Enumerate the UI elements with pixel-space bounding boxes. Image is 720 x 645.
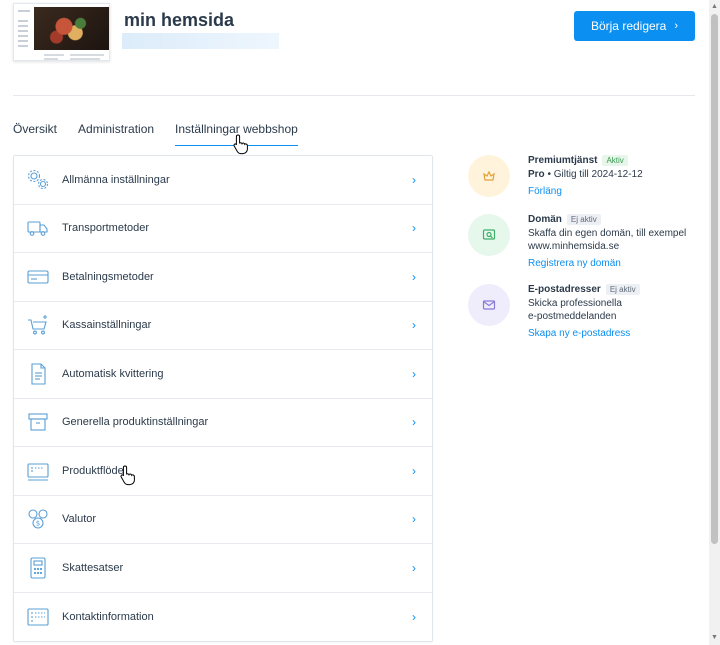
settings-row-label: Allmänna inställningar <box>62 173 170 186</box>
register-domain-link[interactable]: Registrera ny domän <box>528 258 621 269</box>
chevron-right-icon: › <box>412 366 416 381</box>
settings-row-label: Automatisk kvittering <box>62 367 164 380</box>
status-badge: Aktiv <box>602 155 628 166</box>
settings-row-product[interactable]: Generella produktinställningar › <box>14 399 432 447</box>
domain-search-icon <box>482 229 496 240</box>
coins-icon: $ <box>26 507 50 531</box>
crown-icon <box>483 170 495 181</box>
settings-row-label: Valutor <box>62 513 97 526</box>
domain-description: Skaffa din egen domän, till exempel <box>528 228 687 239</box>
envelope-icon <box>482 300 496 310</box>
credit-card-icon <box>26 265 50 289</box>
domain-icon-circle <box>468 214 510 256</box>
header-divider <box>13 95 695 96</box>
premium-icon-circle <box>468 155 510 197</box>
premium-plan: Pro <box>528 169 545 180</box>
site-url-placeholder <box>122 33 279 49</box>
domain-title: Domän <box>528 214 562 225</box>
site-thumbnail[interactable] <box>13 3 110 61</box>
chevron-right-icon: › <box>412 463 416 478</box>
settings-row-label: Betalningsmetoder <box>62 270 154 283</box>
settings-row-label: Kontaktinformation <box>62 610 154 623</box>
settings-row-shipping[interactable]: Transportmetoder › <box>14 205 432 253</box>
settings-row-tax-rates[interactable]: Skattesatser › <box>14 544 432 593</box>
settings-row-label: Skattesatser <box>62 561 124 574</box>
start-editing-button[interactable]: Börja redigera › <box>574 11 695 41</box>
email-description-2: e-postmeddelanden <box>528 311 617 322</box>
chevron-right-icon: › <box>412 221 416 236</box>
settings-row-label: Produktflöde <box>62 464 124 477</box>
premium-validity: • Giltig till 2024-12-12 <box>544 169 643 180</box>
domain-example: www.minhemsida.se <box>528 241 620 252</box>
cart-icon <box>26 313 50 337</box>
chevron-right-icon: › <box>412 172 416 187</box>
scrollbar-thumb[interactable] <box>711 14 718 544</box>
site-thumbnail-image <box>34 7 109 50</box>
site-title: min hemsida <box>124 10 235 30</box>
tab-oversikt[interactable]: Översikt <box>13 122 57 146</box>
chevron-right-icon: › <box>412 512 416 527</box>
settings-row-currencies[interactable]: $ Valutor › <box>14 496 432 544</box>
settings-row-receipt[interactable]: Automatisk kvittering › <box>14 350 432 399</box>
webshop-settings-list: Allmänna inställningar › Transportmetode… <box>13 155 433 642</box>
settings-row-contact[interactable]: Kontaktinformation › <box>14 593 432 642</box>
settings-row-label: Generella produktinställningar <box>62 416 209 429</box>
renew-link[interactable]: Förläng <box>528 186 562 197</box>
truck-icon <box>26 216 50 240</box>
tab-administration[interactable]: Administration <box>78 122 154 146</box>
settings-row-checkout[interactable]: Kassainställningar › <box>14 302 432 350</box>
document-icon <box>26 362 50 386</box>
gears-icon <box>26 168 50 192</box>
tab-bar: Översikt Administration Inställningar we… <box>13 122 319 146</box>
create-email-link[interactable]: Skapa ny e-postadress <box>528 328 630 339</box>
settings-row-label: Kassainställningar <box>62 319 152 332</box>
chevron-right-icon: › <box>674 20 679 32</box>
status-badge: Ej aktiv <box>566 214 601 225</box>
scroll-down-arrow-icon[interactable]: ▼ <box>709 631 720 645</box>
email-title: E-postadresser <box>528 284 601 295</box>
hand-cursor-icon <box>120 465 135 486</box>
chevron-right-icon: › <box>412 415 416 430</box>
email-icon-circle <box>468 284 510 326</box>
box-icon <box>26 410 50 434</box>
settings-row-label: Transportmetoder <box>62 222 150 235</box>
scroll-up-arrow-icon[interactable]: ▲ <box>709 0 720 14</box>
status-badge: Ej aktiv <box>605 284 640 295</box>
svg-text:$: $ <box>36 520 40 528</box>
chevron-right-icon: › <box>412 269 416 284</box>
email-description: Skicka professionella <box>528 298 622 309</box>
chevron-right-icon: › <box>412 560 416 575</box>
premium-title: Premiumtjänst <box>528 155 598 166</box>
start-editing-label: Börja redigera <box>590 19 667 33</box>
chevron-right-icon: › <box>412 609 416 624</box>
vertical-scrollbar[interactable]: ▲ ▼ <box>709 0 720 645</box>
settings-row-product-feed[interactable]: Produktflöde › <box>14 447 432 496</box>
contact-card-icon <box>26 605 50 629</box>
settings-row-payment[interactable]: Betalningsmetoder › <box>14 253 432 302</box>
hand-cursor-icon <box>233 134 248 155</box>
chevron-right-icon: › <box>412 318 416 333</box>
calculator-icon <box>26 556 50 580</box>
feed-icon <box>26 459 50 483</box>
settings-row-general[interactable]: Allmänna inställningar › <box>14 156 432 205</box>
